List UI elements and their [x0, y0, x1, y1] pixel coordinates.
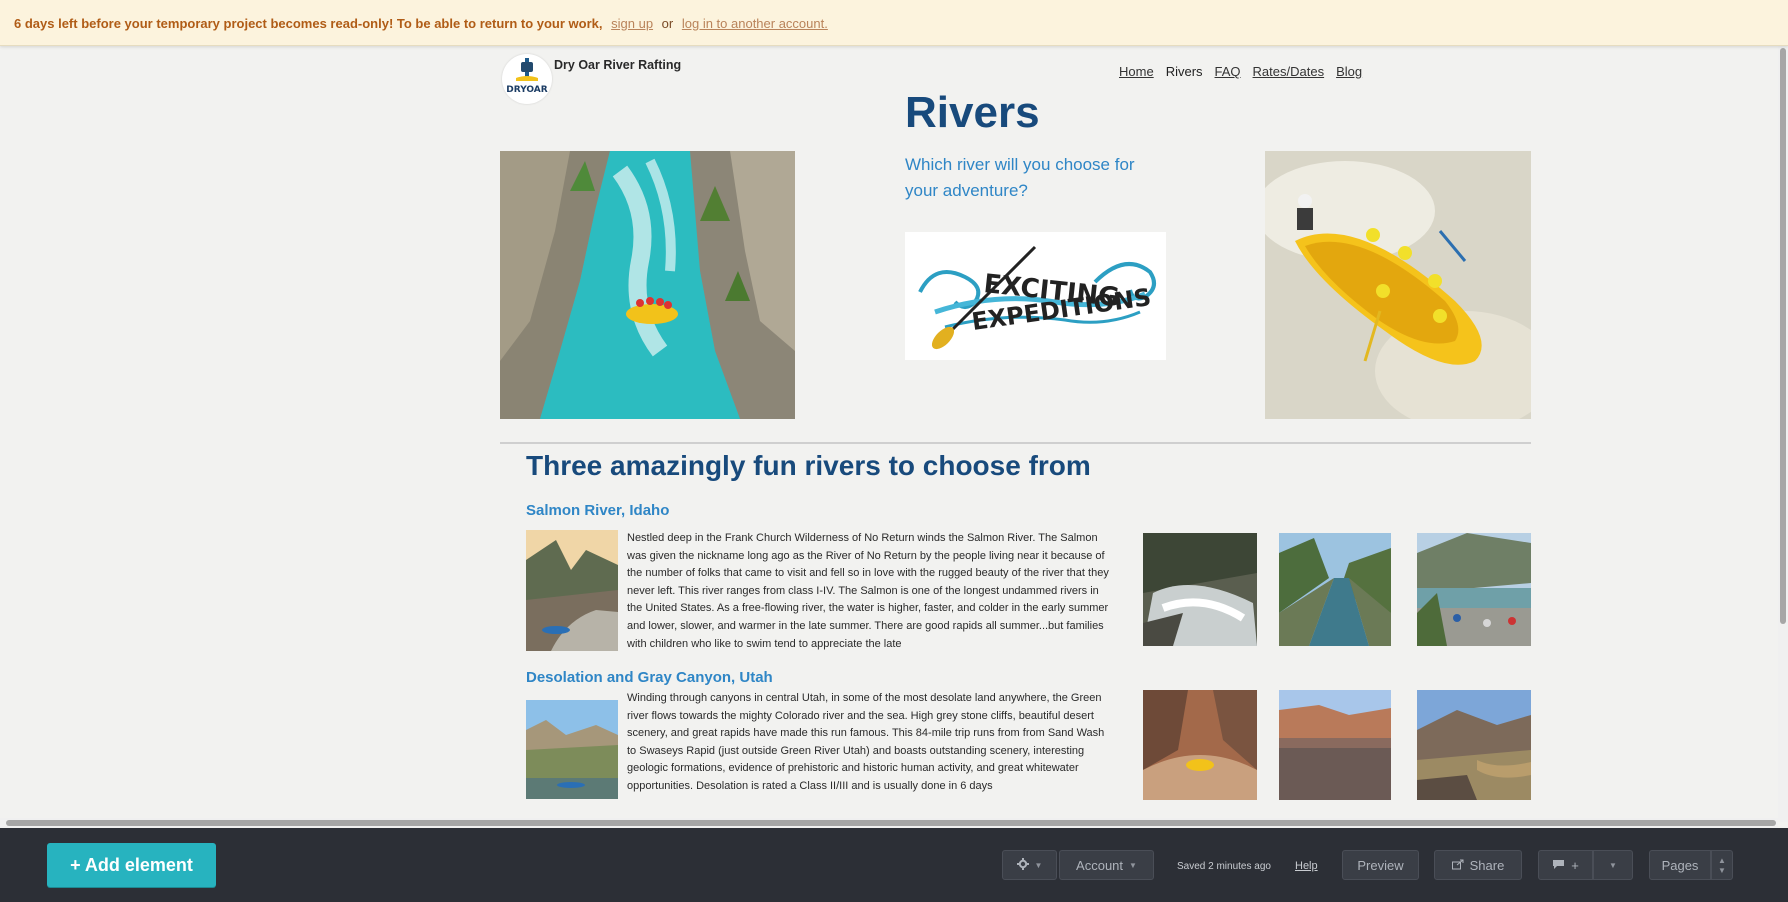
exciting-expeditions-logo[interactable]: EXCITING EXPEDITIONS	[905, 232, 1166, 360]
chevron-down-icon: ▼	[1129, 860, 1137, 870]
rafting-canyon-image[interactable]	[500, 151, 795, 419]
main-nav: Home Rivers FAQ Rates/Dates Blog	[1119, 64, 1362, 79]
comment-icon	[1552, 858, 1565, 873]
login-link[interactable]: log in to another account.	[682, 16, 828, 31]
nav-rates-dates[interactable]: Rates/Dates	[1253, 64, 1325, 79]
desolation-thumb-2[interactable]	[1279, 690, 1391, 800]
share-label: Share	[1469, 857, 1505, 873]
chevron-up-icon[interactable]: ▲	[1718, 856, 1726, 865]
chevron-down-icon: ▼	[1034, 860, 1043, 870]
horizontal-scroll-thumb[interactable]	[6, 820, 1776, 826]
pages-button[interactable]: Pages	[1649, 850, 1711, 880]
account-button[interactable]: Account ▼	[1059, 850, 1154, 880]
page-title[interactable]: Rivers	[905, 88, 1040, 138]
desolation-thumb-1[interactable]	[1143, 690, 1257, 800]
share-icon	[1451, 858, 1464, 873]
oar-logo-icon: DRYOAR	[506, 58, 548, 95]
trial-warning-banner: 6 days left before your temporary projec…	[0, 0, 1788, 46]
preview-button[interactable]: Preview	[1342, 850, 1419, 880]
save-status: Saved 2 minutes ago	[1177, 861, 1271, 872]
chevron-down-icon: ▼	[1609, 860, 1617, 870]
site-logo[interactable]: DRYOAR	[502, 54, 552, 104]
river-2-description[interactable]: Winding through canyons in central Utah,…	[627, 690, 1115, 798]
vertical-scroll-thumb[interactable]	[1780, 48, 1786, 624]
banner-message: 6 days left before your temporary projec…	[14, 16, 603, 31]
account-label: Account	[1076, 857, 1124, 873]
preview-label: Preview	[1357, 857, 1404, 873]
salmon-thumb-1[interactable]	[1143, 533, 1257, 646]
nav-home[interactable]: Home	[1119, 64, 1154, 79]
nav-blog[interactable]: Blog	[1336, 64, 1362, 79]
banner-message-line: 6 days left before your temporary projec…	[14, 16, 828, 31]
signup-link[interactable]: sign up	[611, 16, 653, 31]
gear-icon	[1016, 857, 1029, 873]
river-1-name[interactable]: Salmon River, Idaho	[526, 502, 669, 519]
section-divider	[500, 442, 1531, 444]
vertical-scrollbar[interactable]	[1778, 46, 1788, 822]
logo-text: DRYOAR	[506, 85, 547, 95]
pages-stepper[interactable]: ▲ ▼	[1711, 850, 1733, 880]
comment-add-label: +	[1571, 857, 1579, 873]
comments-dropdown-button[interactable]: ▼	[1593, 850, 1633, 880]
share-button[interactable]: Share	[1434, 850, 1522, 880]
horizontal-scrollbar[interactable]	[0, 818, 1778, 828]
section-title[interactable]: Three amazingly fun rivers to choose fro…	[526, 450, 1091, 482]
desolation-main-image[interactable]	[526, 700, 618, 799]
banner-or-text: or	[661, 16, 674, 31]
help-link[interactable]: Help	[1295, 860, 1318, 872]
page-subtitle[interactable]: Which river will you choose for your adv…	[905, 152, 1165, 204]
salmon-river-main-image[interactable]	[526, 530, 618, 651]
salmon-thumb-3[interactable]	[1417, 533, 1531, 646]
editor-toolbar: + Add element ▼ Account ▼ Saved 2 minute…	[0, 828, 1788, 902]
settings-button[interactable]: ▼	[1002, 850, 1057, 880]
desolation-thumb-3[interactable]	[1417, 690, 1531, 800]
nav-faq[interactable]: FAQ	[1215, 64, 1241, 79]
salmon-thumb-2[interactable]	[1279, 533, 1391, 646]
pages-label: Pages	[1661, 857, 1699, 873]
river-1-description[interactable]: Nestled deep in the Frank Church Wildern…	[627, 530, 1115, 651]
site-name[interactable]: Dry Oar River Rafting	[554, 58, 681, 72]
river-2-name[interactable]: Desolation and Gray Canyon, Utah	[526, 669, 773, 686]
nav-rivers[interactable]: Rivers	[1166, 64, 1203, 79]
chevron-down-icon[interactable]: ▼	[1718, 866, 1726, 875]
add-comment-button[interactable]: +	[1538, 850, 1593, 880]
rafting-whitewater-image[interactable]	[1265, 151, 1531, 419]
add-element-button[interactable]: + Add element	[47, 843, 216, 887]
